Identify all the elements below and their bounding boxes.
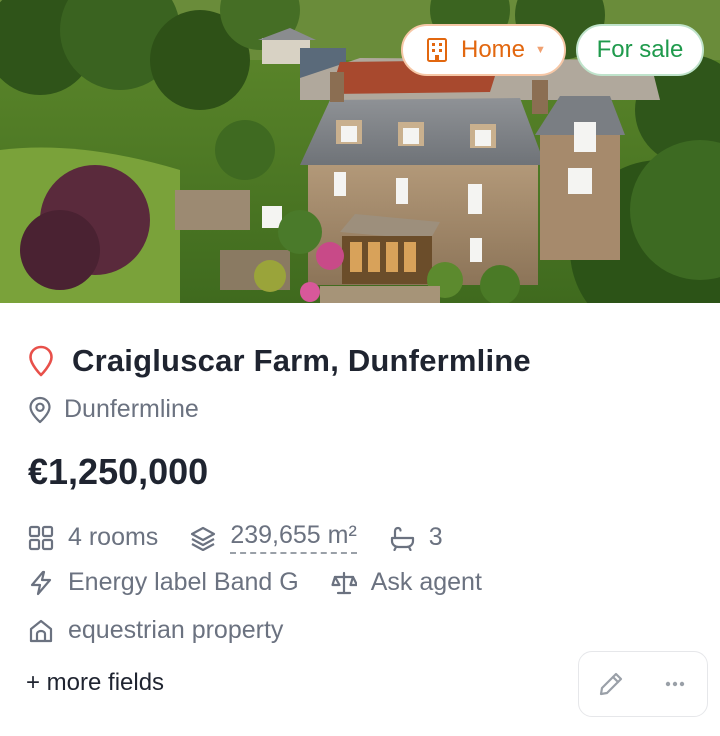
property-type-badge[interactable]: Home ▼ <box>401 24 566 76</box>
features-row-2: Energy label Band G Ask agent <box>28 568 514 597</box>
energy-value: Energy label Band G <box>68 568 299 596</box>
chevron-down-icon: ▼ <box>535 44 546 56</box>
listing-price: €1,250,000 <box>28 451 209 492</box>
area-feature[interactable]: 239,655 m² <box>190 521 357 554</box>
property-type-value: equestrian property <box>68 616 284 644</box>
listing-location: Dunfermline <box>64 395 199 423</box>
status-badge[interactable]: For sale <box>576 24 704 76</box>
building-icon <box>427 38 447 62</box>
price-basis-value: Ask agent <box>370 568 482 596</box>
property-photo[interactable]: Home ▼ For sale <box>0 0 720 303</box>
listing-details: Craigluscar Farm, Dunfermline Dunfermlin… <box>0 303 720 736</box>
map-pin-icon <box>29 345 53 377</box>
title-row: Craigluscar Farm, Dunfermline <box>28 343 531 379</box>
location-row: Dunfermline <box>28 395 199 424</box>
area-value[interactable]: 239,655 m² <box>230 521 357 554</box>
house-icon <box>29 619 53 642</box>
property-type-feature: equestrian property <box>28 616 283 645</box>
property-type-label: Home <box>461 36 526 63</box>
card-actions <box>578 651 708 717</box>
rooms-value: 4 rooms <box>68 523 159 551</box>
more-fields-link[interactable]: + more fields <box>26 669 164 697</box>
ellipsis-icon[interactable] <box>661 670 689 698</box>
rooms-feature: 4 rooms <box>28 523 158 552</box>
listing-card[interactable]: Home ▼ For sale Craigluscar Farm, Dunfer… <box>0 0 720 736</box>
features-row-3: equestrian property <box>28 616 315 645</box>
price-basis-feature: Ask agent <box>331 568 482 597</box>
energy-feature: Energy label Band G <box>28 568 299 597</box>
location-pin-icon <box>29 396 51 423</box>
scale-icon <box>331 571 357 594</box>
pencil-icon[interactable] <box>597 670 625 698</box>
status-label: For sale <box>596 36 684 63</box>
baths-feature: 3 <box>389 523 443 552</box>
bathtub-icon <box>390 526 414 551</box>
features-row-1: 4 rooms 239,655 m² 3 <box>28 521 475 554</box>
lightning-icon <box>30 570 52 595</box>
listing-title[interactable]: Craigluscar Farm, Dunfermline <box>72 343 531 379</box>
layers-icon <box>191 526 216 551</box>
baths-value: 3 <box>428 523 443 551</box>
grid-icon <box>28 525 54 550</box>
